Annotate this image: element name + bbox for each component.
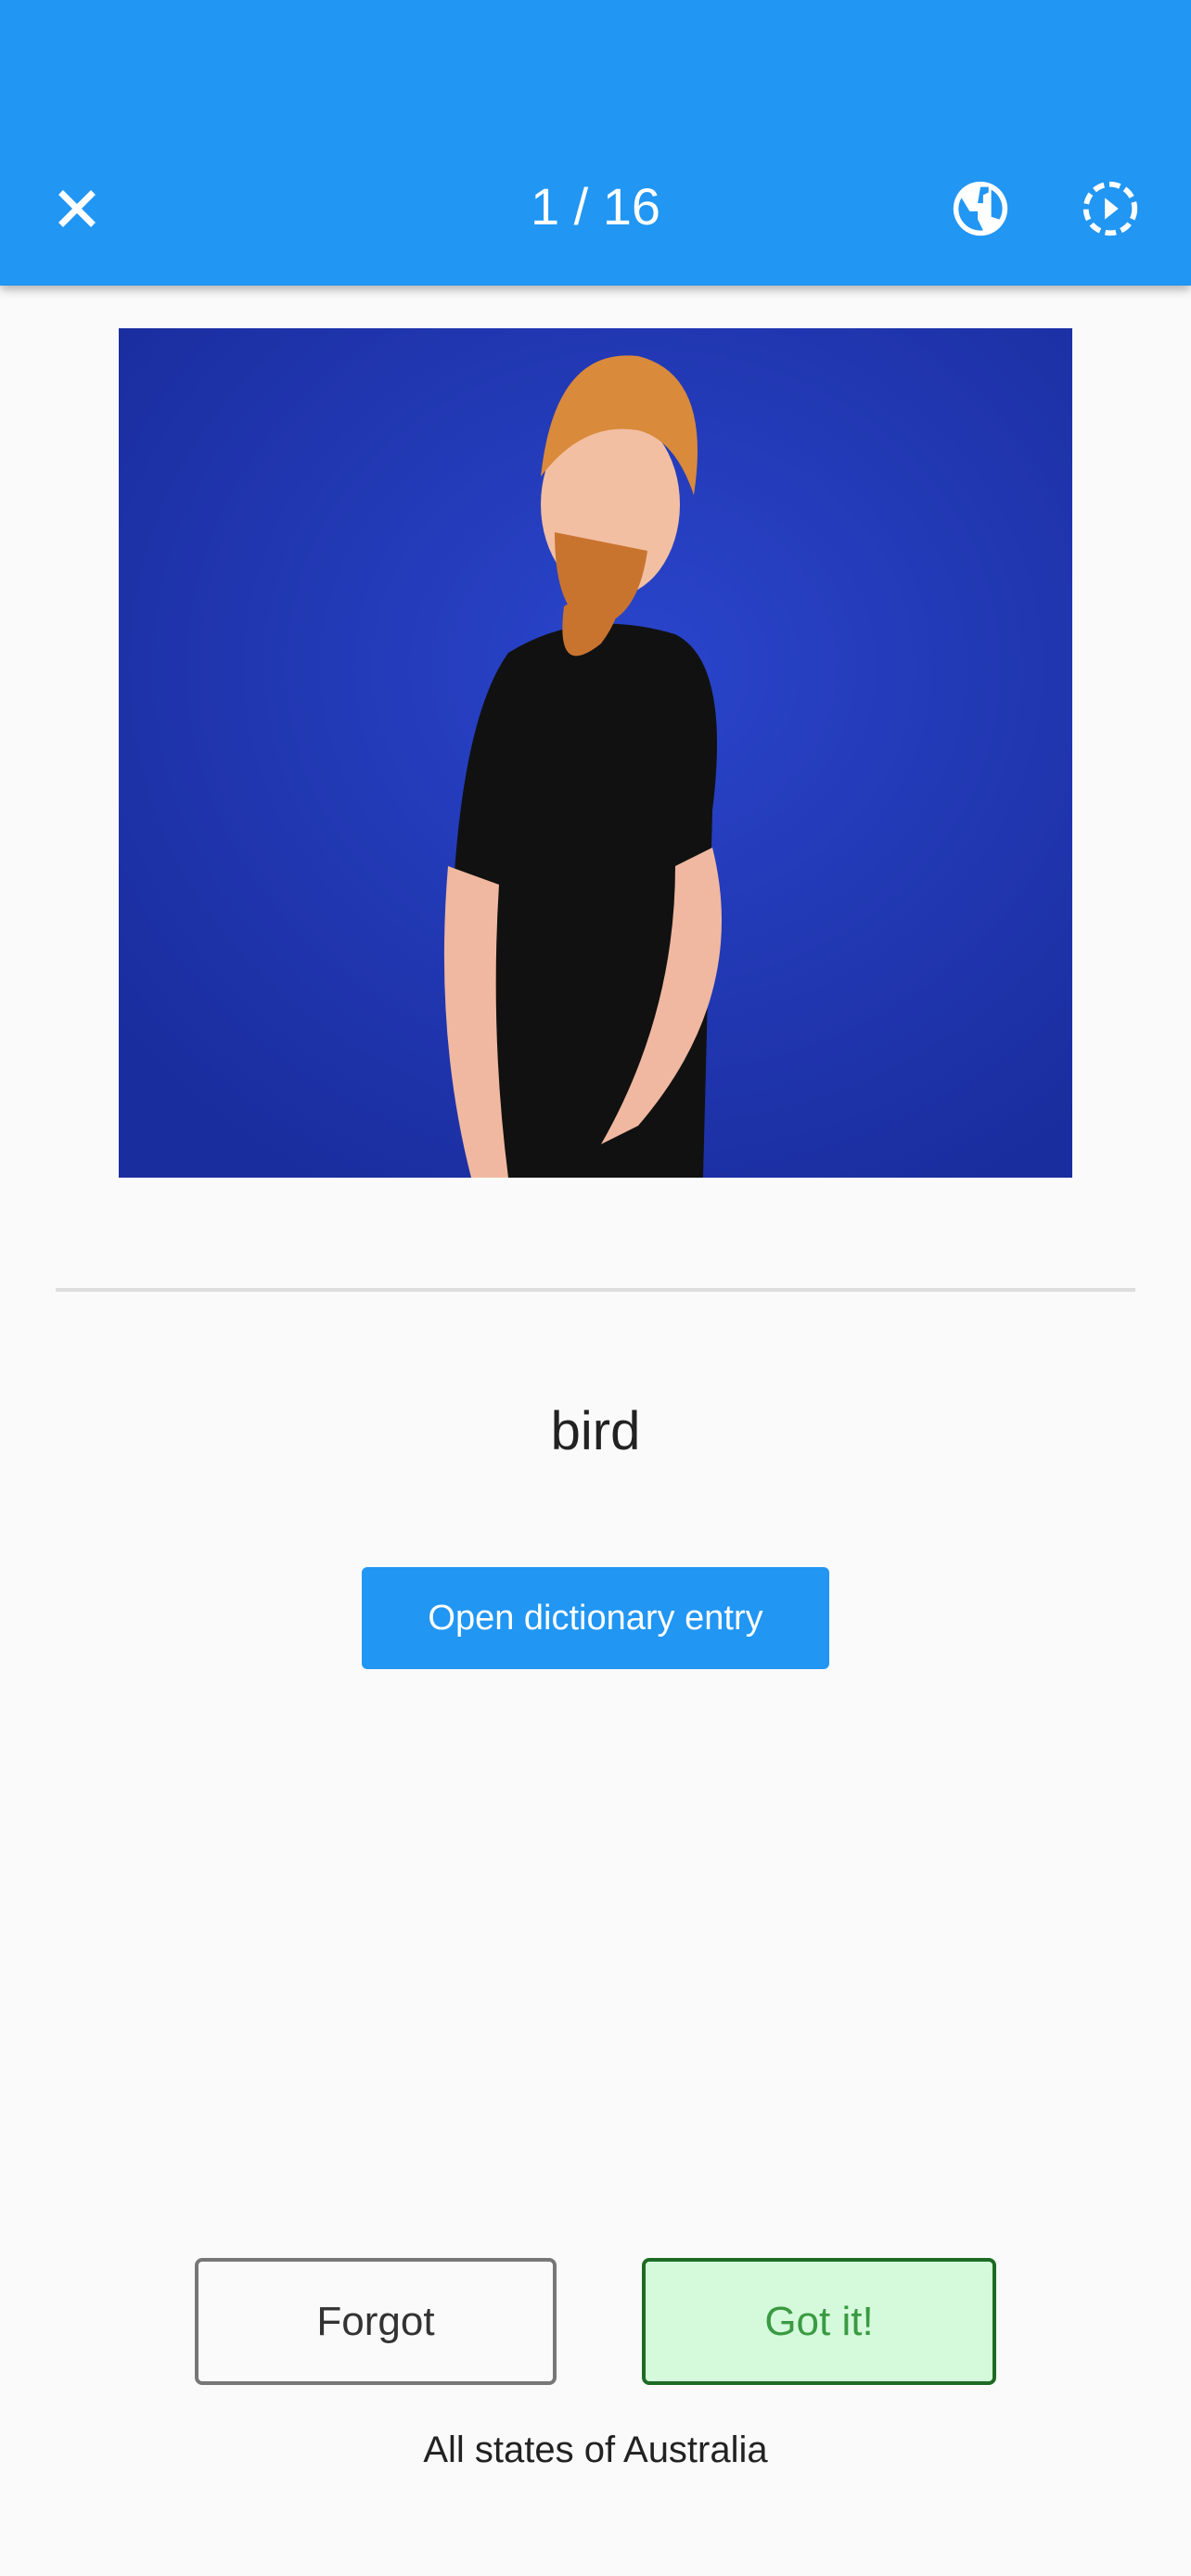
forgot-button[interactable]: Forgot (195, 2258, 557, 2385)
app-bar: 1 / 16 (0, 0, 1191, 286)
divider (56, 1288, 1135, 1292)
autoplay-icon[interactable] (1078, 176, 1143, 241)
sign-word: bird (550, 1401, 641, 1461)
got-it-button[interactable]: Got it! (642, 2258, 996, 2385)
globe-icon[interactable] (948, 176, 1013, 241)
open-dictionary-entry-button[interactable]: Open dictionary entry (362, 1567, 829, 1669)
sign-video[interactable] (119, 328, 1072, 1178)
region-label: All states of Australia (423, 2429, 768, 2470)
